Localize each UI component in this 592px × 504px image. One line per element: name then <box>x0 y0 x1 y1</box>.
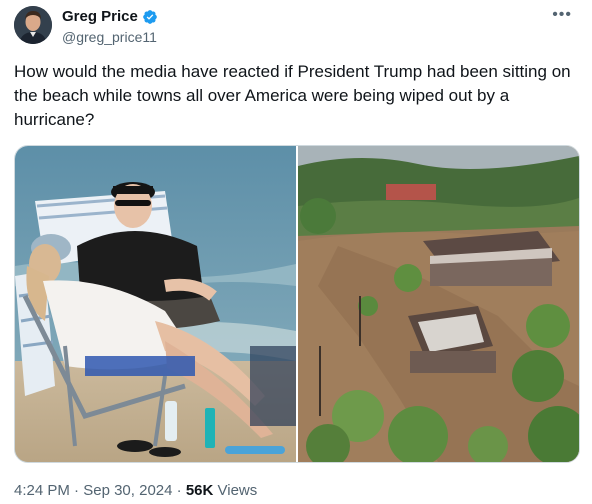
tweet-text: How would the media have reacted if Pres… <box>14 62 571 129</box>
media-photo-flood[interactable] <box>298 146 579 462</box>
media-photo-beach[interactable] <box>15 146 296 462</box>
meta-separator: · <box>176 482 182 499</box>
tweet-time: 4:24 PM <box>14 482 70 499</box>
tweet-meta: 4:24 PM · Sep 30, 2024 · 56K Views <box>14 482 257 499</box>
author-handle[interactable]: @greg_price11 <box>62 29 157 45</box>
more-options-button[interactable]: ••• <box>552 6 572 24</box>
views-label: Views <box>217 482 258 499</box>
ellipsis-icon: ••• <box>552 6 572 23</box>
views-count: 56K <box>185 482 214 499</box>
avatar-image <box>14 6 52 44</box>
tweet-time-link[interactable]: 4:24 PM · Sep 30, 2024 <box>14 482 172 499</box>
media-grid <box>14 145 580 463</box>
avatar[interactable] <box>14 6 52 44</box>
views-link[interactable]: 56K Views <box>186 482 257 499</box>
verified-badge-icon <box>142 9 158 25</box>
beach-photo-image <box>15 146 296 462</box>
meta-separator: · <box>74 482 80 499</box>
author-name-row: Greg Price <box>62 8 158 25</box>
author-display-name[interactable]: Greg Price <box>62 8 138 25</box>
tweet-date: Sep 30, 2024 <box>83 482 173 499</box>
flood-photo-image <box>298 146 579 462</box>
